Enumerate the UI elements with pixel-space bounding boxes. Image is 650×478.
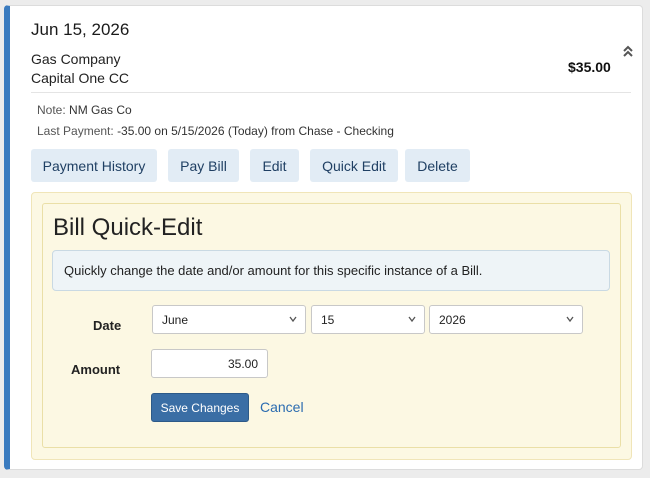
last-payment-line: Last Payment: -35.00 on 5/15/2026 (Today… bbox=[37, 124, 394, 138]
cancel-link[interactable]: Cancel bbox=[260, 399, 304, 415]
note-label: Note: bbox=[37, 103, 66, 117]
edit-button[interactable]: Edit bbox=[250, 149, 299, 182]
quick-edit-panel: Bill Quick-Edit Quickly change the date … bbox=[31, 192, 632, 460]
quick-edit-description: Quickly change the date and/or amount fo… bbox=[52, 250, 610, 291]
payment-history-button[interactable]: Payment History bbox=[31, 149, 157, 182]
payment-account: Capital One CC bbox=[31, 70, 130, 86]
last-payment-label: Last Payment: bbox=[37, 124, 114, 138]
quick-edit-form: Bill Quick-Edit Quickly change the date … bbox=[42, 203, 621, 448]
payee-info: Gas Company Capital One CC bbox=[31, 50, 129, 88]
quick-edit-title: Bill Quick-Edit bbox=[53, 214, 203, 241]
chevron-down-icon bbox=[408, 316, 416, 323]
date-label: Date bbox=[93, 318, 122, 333]
bill-card: Jun 15, 2026 Gas Company Capital One CC … bbox=[4, 5, 643, 470]
month-select[interactable]: June bbox=[152, 305, 306, 334]
note-line: Note: NM Gas Co bbox=[37, 103, 132, 117]
note-value: NM Gas Co bbox=[69, 103, 132, 117]
year-value: 2026 bbox=[439, 313, 466, 327]
month-value: June bbox=[162, 313, 189, 327]
bill-amount: $35.00 bbox=[568, 59, 611, 75]
day-select[interactable]: 15 bbox=[311, 305, 425, 334]
last-payment-value: -35.00 on 5/15/2026 (Today) from Chase -… bbox=[117, 124, 394, 138]
year-select[interactable]: 2026 bbox=[429, 305, 583, 334]
day-value: 15 bbox=[321, 313, 335, 327]
bill-date: Jun 15, 2026 bbox=[31, 20, 130, 39]
chevron-double-up-icon[interactable] bbox=[621, 43, 635, 59]
pay-bill-button[interactable]: Pay Bill bbox=[168, 149, 239, 182]
chevron-down-icon bbox=[289, 316, 297, 323]
delete-button[interactable]: Delete bbox=[405, 149, 470, 182]
divider bbox=[31, 92, 631, 93]
payee-name: Gas Company bbox=[31, 51, 121, 67]
quick-edit-button[interactable]: Quick Edit bbox=[310, 149, 398, 182]
amount-label: Amount bbox=[71, 362, 121, 377]
amount-input[interactable] bbox=[151, 349, 268, 378]
chevron-down-icon bbox=[566, 316, 574, 323]
save-changes-button[interactable]: Save Changes bbox=[151, 393, 249, 422]
